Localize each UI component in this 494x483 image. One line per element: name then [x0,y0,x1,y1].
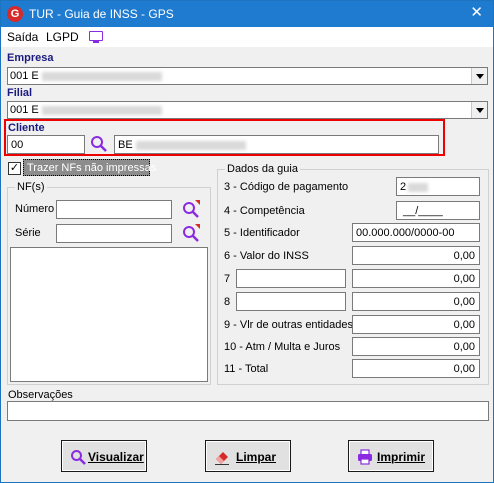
trazer-nfs-label[interactable]: Trazer NFs não impressas [23,159,156,176]
trazer-nfs-checkbox[interactable]: ✓ [8,162,21,175]
cliente-name-value: BE [118,139,133,151]
observacoes-input[interactable] [7,401,489,421]
numero-label: Número [15,203,55,215]
cliente-name-input[interactable]: BE [114,135,439,154]
menu-lgpd[interactable]: LGPD [46,30,79,44]
identificador-input[interactable]: 00.000.000/0000-00 [352,223,480,242]
campo-7-desc-input[interactable] [236,269,346,288]
total-value: 0,00 [453,363,475,375]
competencia-value: __/____ [403,205,443,217]
campo-8-desc-input[interactable] [236,292,346,311]
codigo-pagamento-label: 3 - Código de pagamento [224,181,349,193]
empresa-label: Empresa [7,52,54,64]
redacted-text [135,140,246,150]
identificador-value: 00.000.000/0000-00 [356,227,455,239]
observacoes-label: Observações [8,389,73,401]
identificador-label: 5 - Identificador [224,227,300,239]
filial-label: Filial [7,87,33,99]
total-input[interactable]: 0,00 [352,359,480,378]
monitor-icon[interactable] [89,31,103,43]
campo-8-value: 0,00 [453,296,475,308]
competencia-input[interactable]: __/____ [396,201,480,220]
app-logo-icon: G [7,6,23,22]
app-window: G TUR - Guia de INSS - GPS ✕ Saída LGPD … [0,0,494,483]
competencia-label: 4 - Competência [224,205,305,217]
multa-juros-input[interactable]: 0,00 [352,337,480,356]
visualizar-button[interactable]: Visualizar [61,440,147,472]
dados-guia-legend: Dados da guia [225,163,300,175]
close-button[interactable]: ✕ [470,4,483,22]
campo-8-label: 8 [224,296,231,308]
campo-7-input[interactable]: 0,00 [352,269,480,288]
search-cliente-icon[interactable] [90,135,108,153]
imprimir-button[interactable]: Imprimir [348,440,434,472]
serie-label: Série [15,227,41,239]
search-serie-icon[interactable] [182,224,200,242]
numero-input[interactable] [56,200,172,219]
cliente-label: Cliente [8,122,45,134]
window-title: TUR - Guia de INSS - GPS [29,7,174,21]
total-label: 11 - Total [224,363,269,375]
campo-8-input[interactable]: 0,00 [352,292,480,311]
visualizar-label: Visualizar [88,450,144,464]
cliente-code-value: 00 [11,139,24,151]
campo-7-label: 7 [224,273,231,285]
multa-juros-label: 10 - Atm / Multa e Juros [224,341,341,353]
outras-entidades-input[interactable]: 0,00 [352,315,480,334]
nfs-listbox[interactable] [10,247,208,382]
printer-icon [358,449,372,465]
chevron-down-icon[interactable] [471,68,487,84]
redacted-text [41,105,162,115]
chevron-down-icon[interactable] [471,102,487,118]
search-numero-icon[interactable] [182,200,200,218]
title-bar: G TUR - Guia de INSS - GPS ✕ [1,1,493,27]
valor-inss-value: 0,00 [453,250,475,262]
filial-select[interactable]: 001 E [7,101,488,119]
filial-value: 001 E [10,104,39,116]
eraser-icon [215,452,229,465]
redacted-text [408,182,429,192]
codigo-pagamento-value: 2 [400,181,407,193]
empresa-value: 001 E [10,70,39,82]
valor-inss-label: 6 - Valor do INSS [224,250,309,262]
multa-juros-value: 0,00 [453,341,475,353]
codigo-pagamento-input[interactable]: 2 [396,177,480,196]
limpar-label: Limpar [236,450,277,464]
cliente-code-input[interactable]: 00 [7,135,85,154]
serie-input[interactable] [56,224,172,243]
nfs-legend: NF(s) [15,181,47,193]
redacted-text [41,71,162,81]
menu-bar: Saída LGPD [1,27,493,47]
outras-entidades-value: 0,00 [453,319,475,331]
menu-saida[interactable]: Saída [7,30,38,44]
limpar-button[interactable]: Limpar [205,440,291,472]
empresa-select[interactable]: 001 E [7,67,488,85]
search-icon [71,450,86,465]
outras-entidades-label: 9 - Vlr de outras entidades [224,319,354,331]
campo-7-value: 0,00 [453,273,475,285]
valor-inss-input[interactable]: 0,00 [352,246,480,265]
imprimir-label: Imprimir [377,450,426,464]
